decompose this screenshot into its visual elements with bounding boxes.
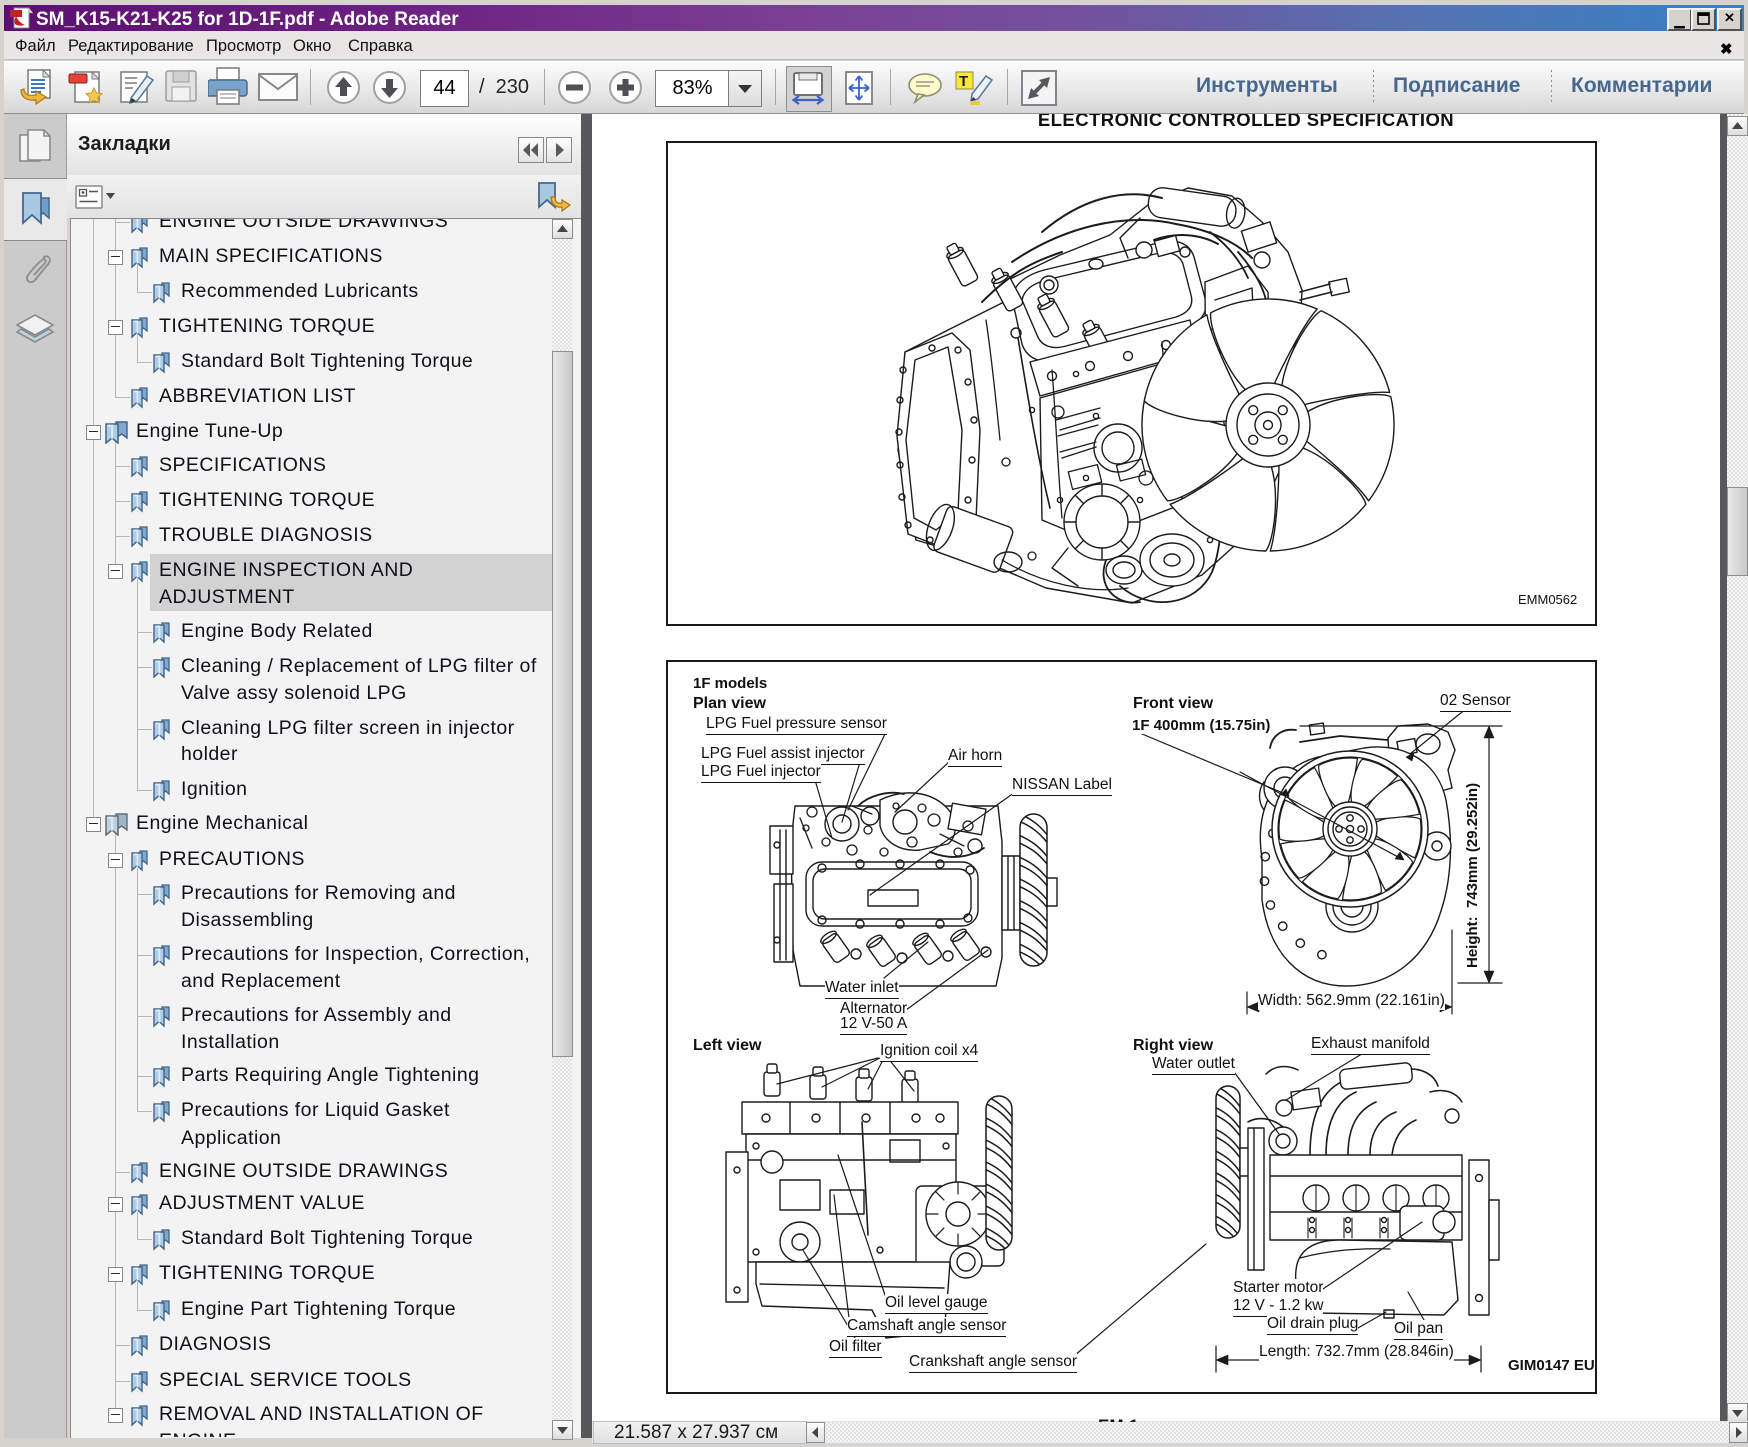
svg-text:T: T bbox=[959, 73, 968, 90]
